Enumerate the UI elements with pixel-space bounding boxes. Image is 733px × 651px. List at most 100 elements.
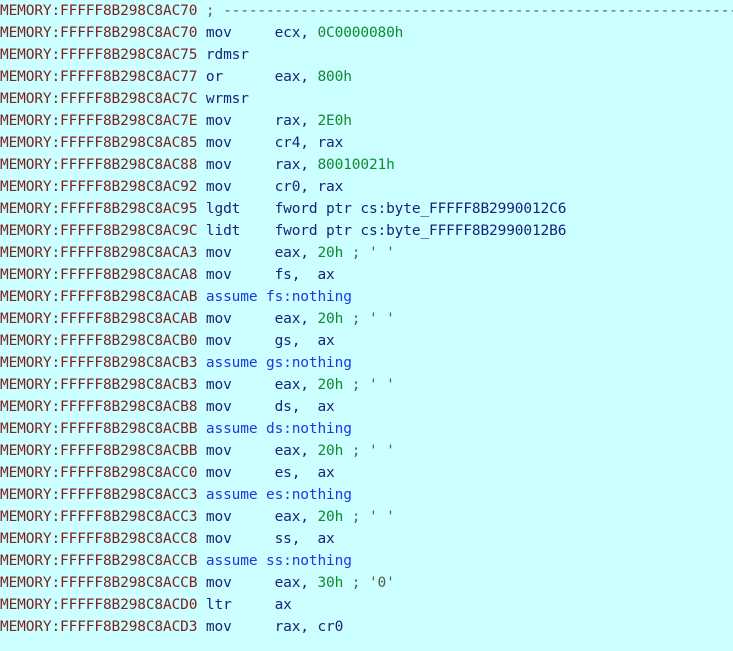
instruction-mnemonic: mov <box>205 465 275 481</box>
instruction-operand-2: 30h <box>317 575 344 591</box>
disassembly-line[interactable]: MEMORY:FFFFF8B298C8ACC3 mov eax, 20h ; '… <box>0 506 733 528</box>
instruction-operand-2: 20h <box>317 509 344 525</box>
instruction-mnemonic: mov <box>205 531 275 547</box>
assume-operand: es:nothing <box>265 487 352 503</box>
line-address: MEMORY:FFFFF8B298C8AC75 <box>0 47 206 63</box>
instruction-operand-1: eax, <box>274 575 318 591</box>
disassembly-listing[interactable]: MEMORY:FFFFF8B298C8AC70 ; --------------… <box>0 0 733 638</box>
instruction-comment: ; ' ' <box>343 377 395 393</box>
instruction-mnemonic: mov <box>205 443 275 459</box>
instruction-operand-1: es, <box>274 465 318 481</box>
line-address: MEMORY:FFFFF8B298C8AC88 <box>0 157 206 173</box>
disassembly-line[interactable]: MEMORY:FFFFF8B298C8AC77 or eax, 800h <box>0 66 733 88</box>
line-address: MEMORY:FFFFF8B298C8ACC3 <box>0 509 206 525</box>
instruction-operand-1: ax <box>274 597 292 613</box>
disassembly-line[interactable]: MEMORY:FFFFF8B298C8ACA8 mov fs, ax <box>0 264 733 286</box>
instruction-mnemonic: mov <box>205 157 275 173</box>
instruction-operand-1: eax, <box>274 377 318 393</box>
disassembly-line[interactable]: MEMORY:FFFFF8B298C8ACCB assume ss:nothin… <box>0 550 733 572</box>
disassembly-line[interactable]: MEMORY:FFFFF8B298C8AC88 mov rax, 8001002… <box>0 154 733 176</box>
disassembly-line[interactable]: MEMORY:FFFFF8B298C8AC7C wrmsr <box>0 88 733 110</box>
line-address: MEMORY:FFFFF8B298C8ACC0 <box>0 465 206 481</box>
assume-operand: ss:nothing <box>265 553 352 569</box>
disassembly-line[interactable]: MEMORY:FFFFF8B298C8ACBB assume ds:nothin… <box>0 418 733 440</box>
line-address: MEMORY:FFFFF8B298C8AC9C <box>0 223 206 239</box>
instruction-operand-2: 20h <box>317 311 344 327</box>
instruction-operand-2: ax <box>317 531 335 547</box>
disassembly-line[interactable]: MEMORY:FFFFF8B298C8ACD0 ltr ax <box>0 594 733 616</box>
disassembly-line[interactable]: MEMORY:FFFFF8B298C8ACCB mov eax, 30h ; '… <box>0 572 733 594</box>
instruction-operand-2: ax <box>317 465 335 481</box>
disassembly-line[interactable]: MEMORY:FFFFF8B298C8ACAB mov eax, 20h ; '… <box>0 308 733 330</box>
line-address: MEMORY:FFFFF8B298C8ACA3 <box>0 245 206 261</box>
line-address: MEMORY:FFFFF8B298C8ACB3 <box>0 377 206 393</box>
disassembly-line[interactable]: MEMORY:FFFFF8B298C8ACB3 mov eax, 20h ; '… <box>0 374 733 396</box>
instruction-operand-1: cr0, <box>274 179 318 195</box>
instruction-mnemonic: ltr <box>205 597 275 613</box>
line-address: MEMORY:FFFFF8B298C8ACAB <box>0 311 206 327</box>
line-address: MEMORY:FFFFF8B298C8AC85 <box>0 135 206 151</box>
instruction-comment: ; ' ' <box>343 509 395 525</box>
disassembly-line[interactable]: MEMORY:FFFFF8B298C8AC95 lgdt fword ptr c… <box>0 198 733 220</box>
disassembly-line[interactable]: MEMORY:FFFFF8B298C8AC9C lidt fword ptr c… <box>0 220 733 242</box>
instruction-operand-2: cr0 <box>317 619 344 635</box>
line-address: MEMORY:FFFFF8B298C8ACB8 <box>0 399 206 415</box>
disassembly-line[interactable]: MEMORY:FFFFF8B298C8ACD3 mov rax, cr0 <box>0 616 733 638</box>
disassembly-line[interactable]: MEMORY:FFFFF8B298C8AC85 mov cr4, rax <box>0 132 733 154</box>
instruction-operand-1: eax, <box>274 245 318 261</box>
disassembly-line[interactable]: MEMORY:FFFFF8B298C8ACB0 mov gs, ax <box>0 330 733 352</box>
instruction-mnemonic: mov <box>205 333 275 349</box>
instruction-mnemonic: mov <box>205 619 275 635</box>
instruction-operand-2: 20h <box>317 377 344 393</box>
instruction-operand-1: fs, <box>274 267 318 283</box>
line-address: MEMORY:FFFFF8B298C8ACBB <box>0 421 206 437</box>
instruction-operand-1: fword ptr cs:byte_FFFFF8B2990012C6 <box>274 201 567 217</box>
instruction-mnemonic: mov <box>205 113 275 129</box>
disassembly-line[interactable]: MEMORY:FFFFF8B298C8ACBB mov eax, 20h ; '… <box>0 440 733 462</box>
line-address: MEMORY:FFFFF8B298C8ACD3 <box>0 619 206 635</box>
instruction-mnemonic: mov <box>205 399 275 415</box>
disassembly-line[interactable]: MEMORY:FFFFF8B298C8ACC0 mov es, ax <box>0 462 733 484</box>
instruction-operand-2: 20h <box>317 245 344 261</box>
instruction-operand-2: 80010021h <box>317 157 395 173</box>
disassembly-line[interactable]: MEMORY:FFFFF8B298C8ACAB assume fs:nothin… <box>0 286 733 308</box>
instruction-operand-2: 800h <box>317 69 352 85</box>
instruction-mnemonic: mov <box>205 135 275 151</box>
disassembly-line[interactable]: MEMORY:FFFFF8B298C8ACB3 assume gs:nothin… <box>0 352 733 374</box>
disassembly-line[interactable]: MEMORY:FFFFF8B298C8ACA3 mov eax, 20h ; '… <box>0 242 733 264</box>
instruction-mnemonic: mov <box>205 25 275 41</box>
line-address: MEMORY:FFFFF8B298C8ACC3 <box>0 487 206 503</box>
line-address: MEMORY:FFFFF8B298C8AC92 <box>0 179 206 195</box>
disassembly-line[interactable]: MEMORY:FFFFF8B298C8AC75 rdmsr <box>0 44 733 66</box>
line-address: MEMORY:FFFFF8B298C8AC70 <box>0 3 206 19</box>
instruction-operand-2: rax <box>317 135 344 151</box>
disassembly-line[interactable]: MEMORY:FFFFF8B298C8ACB8 mov ds, ax <box>0 396 733 418</box>
instruction-operand-1: eax, <box>274 443 318 459</box>
line-address: MEMORY:FFFFF8B298C8ACC8 <box>0 531 206 547</box>
assume-operand: gs:nothing <box>265 355 352 371</box>
assume-directive: assume <box>205 553 266 569</box>
instruction-operand-1: ss, <box>274 531 318 547</box>
line-address: MEMORY:FFFFF8B298C8ACBB <box>0 443 206 459</box>
instruction-comment: ; ' ' <box>343 311 395 327</box>
disassembly-line[interactable]: MEMORY:FFFFF8B298C8AC7E mov rax, 2E0h <box>0 110 733 132</box>
line-address: MEMORY:FFFFF8B298C8AC7E <box>0 113 206 129</box>
assume-directive: assume <box>205 421 266 437</box>
disassembly-line[interactable]: MEMORY:FFFFF8B298C8ACC8 mov ss, ax <box>0 528 733 550</box>
instruction-mnemonic: lgdt <box>205 201 275 217</box>
instruction-operand-1: rax, <box>274 157 318 173</box>
instruction-operand-1: eax, <box>274 311 318 327</box>
instruction-operand-2: 2E0h <box>317 113 352 129</box>
instruction-comment: ; ' ' <box>343 443 395 459</box>
disassembly-line[interactable]: MEMORY:FFFFF8B298C8ACC3 assume es:nothin… <box>0 484 733 506</box>
instruction-operand-2: ax <box>317 267 335 283</box>
instruction-operand-1: ds, <box>274 399 318 415</box>
assume-operand: fs:nothing <box>265 289 352 305</box>
disassembly-line[interactable]: MEMORY:FFFFF8B298C8AC70 ; --------------… <box>0 0 733 22</box>
instruction-mnemonic: mov <box>205 245 275 261</box>
line-address: MEMORY:FFFFF8B298C8AC95 <box>0 201 206 217</box>
disassembly-line[interactable]: MEMORY:FFFFF8B298C8AC92 mov cr0, rax <box>0 176 733 198</box>
instruction-mnemonic: mov <box>205 509 275 525</box>
instruction-comment: ; '0' <box>343 575 395 591</box>
disassembly-line[interactable]: MEMORY:FFFFF8B298C8AC70 mov ecx, 0C00000… <box>0 22 733 44</box>
